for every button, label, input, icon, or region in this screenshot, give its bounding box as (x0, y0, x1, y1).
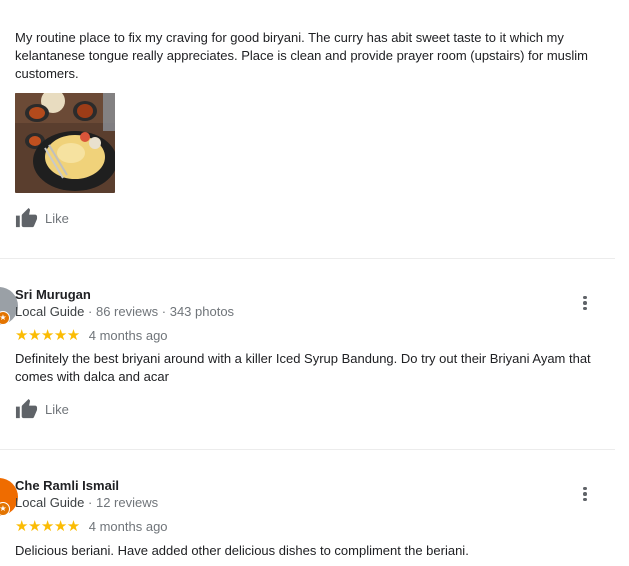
thumbs-up-icon (15, 207, 38, 228)
separator: · (88, 304, 93, 319)
more-vert-icon (583, 486, 587, 491)
local-guide-star-icon: ★ (0, 311, 10, 325)
reviewer-name[interactable]: Che Ramli Ismail (15, 478, 119, 493)
reviews-count: 86 reviews (95, 304, 159, 319)
more-vert-icon-dot (583, 497, 587, 502)
local-guide-star-icon: ★ (0, 502, 10, 516)
like-button[interactable]: Like (15, 207, 69, 230)
separator: · (161, 304, 167, 319)
more-vert-icon (583, 295, 587, 300)
more-options-button[interactable] (576, 485, 594, 503)
rating: ★★★★★ 4 months ago (15, 517, 168, 535)
review-photo[interactable] (15, 93, 115, 193)
review-text: Definitely the best briyani around with … (15, 351, 591, 384)
review-1: My routine place to fix my craving for g… (0, 0, 615, 258)
local-guide-label: Local Guide (15, 304, 85, 319)
separator: · (88, 495, 93, 510)
thumbs-up-icon (15, 398, 38, 419)
more-vert-icon-dot (583, 301, 587, 305)
review-3: ★ Che Ramli Ismail Local Guide · 12 revi… (0, 450, 615, 566)
rating: ★★★★★ 4 months ago (15, 326, 168, 344)
review-text: Delicious beriani. Have added other deli… (15, 543, 469, 558)
reviews-count: 12 reviews (95, 495, 159, 510)
review-2: ★ Sri Murugan Local Guide · 86 reviews ·… (0, 259, 615, 449)
reviewer-meta: Local Guide · 86 reviews · 343 photos (15, 304, 234, 319)
review-time: 4 months ago (88, 327, 168, 343)
more-vert-icon-dot (583, 306, 587, 311)
photos-count: 343 photos (169, 304, 235, 319)
star-rating: ★★★★★ (15, 327, 80, 344)
like-label: Like (45, 211, 69, 226)
star-rating: ★★★★★ (15, 518, 80, 535)
more-vert-icon-dot (583, 492, 587, 496)
like-label: Like (45, 402, 69, 417)
review-text: My routine place to fix my craving for g… (15, 30, 589, 81)
local-guide-label: Local Guide (15, 495, 85, 510)
reviewer-meta: Local Guide · 12 reviews (15, 495, 158, 510)
reviewer-name[interactable]: Sri Murugan (15, 287, 91, 302)
review-time: 4 months ago (88, 518, 168, 534)
like-button[interactable]: Like (15, 398, 69, 421)
more-options-button[interactable] (576, 294, 594, 312)
